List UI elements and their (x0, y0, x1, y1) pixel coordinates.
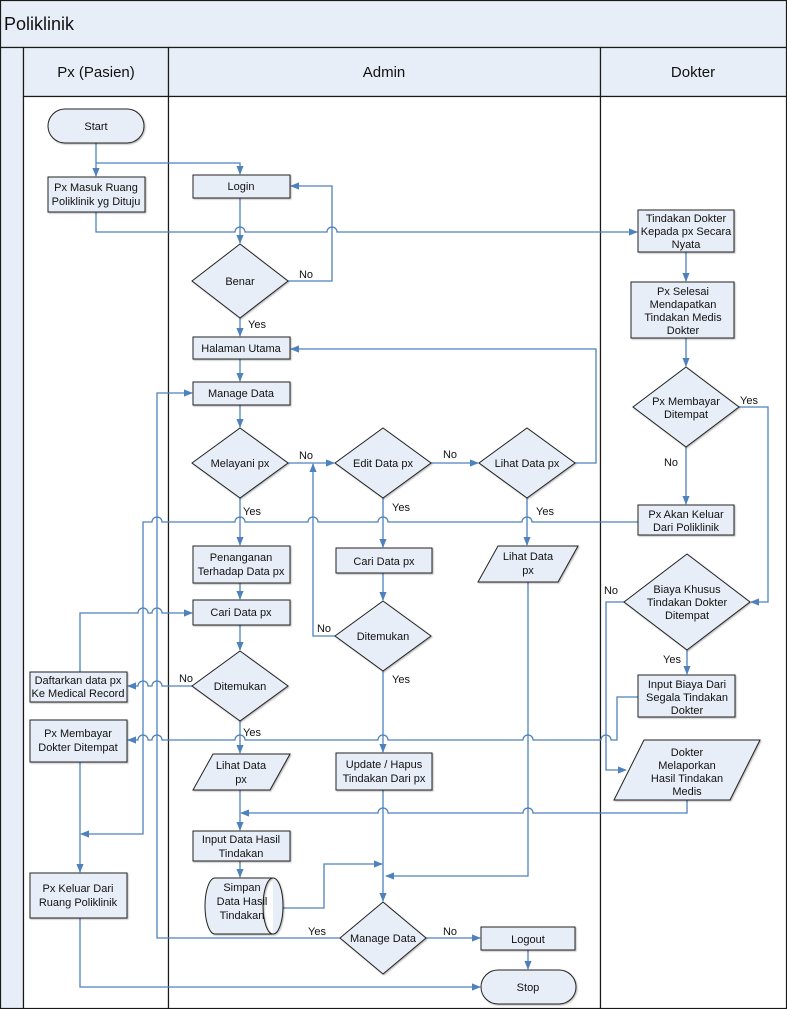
px-masuk-label-1: Px Masuk Ruang (54, 182, 138, 194)
lane-title-admin: Admin (363, 64, 406, 81)
simpan-data-label-3: Tindakan (220, 910, 265, 922)
px-selesai-label-3: Tindakan Medis (644, 312, 722, 324)
lane-title-px: Px (Pasien) (57, 64, 135, 81)
simpan-data-label-2: Data Hasil (217, 896, 268, 908)
dokter-melaporkan-label-1: Dokter (671, 747, 704, 759)
daftarkan-label-1: Daftarkan data px (35, 675, 122, 687)
pool-title: Poliklinik (4, 14, 75, 34)
biaya-khusus-label-3: Ditempat (665, 610, 709, 622)
biaya-no-label: No (604, 585, 618, 597)
ditemukan-mid-label: Ditemukan (357, 631, 410, 643)
lihat-yes-label: Yes (536, 506, 554, 518)
edit-data-px-label: Edit Data px (353, 458, 413, 470)
tindakan-dokter-label-3: Nyata (672, 239, 702, 251)
swimlane-flowchart: Poliklinik Px (Pasien) Admin Dokter Star… (0, 0, 787, 1009)
px-membayar-ditempat-label-2: Ditempat (664, 409, 708, 421)
update-hapus-label-1: Update / Hapus (346, 759, 423, 771)
px-masuk-label-2: Poliklinik yg Dituju (52, 196, 141, 208)
benar-yes-label: Yes (248, 319, 266, 331)
benar-no-label: No (299, 269, 313, 281)
pool-left-strip (0, 46, 25, 1009)
px-keluar-label-1: Px Keluar Dari (43, 883, 114, 895)
input-biaya-label-1: Input Biaya Dari (648, 679, 726, 691)
update-hapus-label-2: Tindakan Dari px (343, 773, 426, 785)
manage-no-label: No (443, 926, 457, 938)
login-label: Login (228, 181, 255, 193)
px-membayar-ditempat-label-1: Px Membayar (652, 396, 720, 408)
px-selesai-label-1: Px Selesai (657, 286, 709, 298)
px-akan-keluar-label-1: Px Akan Keluar (648, 509, 724, 521)
lihat-data-px-right-label-1: Lihat Data (503, 551, 554, 563)
manage-yes-label: Yes (308, 926, 326, 938)
dokter-melaporkan-label-4: Medis (672, 786, 702, 798)
lihat-data-px-left-label-2: px (235, 774, 247, 786)
melayani-yes-label: Yes (243, 506, 261, 518)
ditemukan-left-yes-label: Yes (243, 727, 261, 739)
penanganan-label-2: Terhadap Data px (198, 566, 285, 578)
tindakan-dokter-label-2: Kepada px Secara (641, 226, 732, 238)
px-keluar-process[interactable] (29, 872, 128, 919)
biaya-khusus-label-2: Tindakan Dokter (647, 597, 728, 609)
lane-px (22, 95, 170, 1009)
input-biaya-label-2: Segala Tindakan (646, 692, 728, 704)
benar-label: Benar (225, 276, 255, 288)
simpan-data-label-1: Simpan (223, 882, 260, 894)
lihat-data-px-left-label-1: Lihat Data (216, 760, 267, 772)
lihat-data-px-right-label-2: px (522, 565, 534, 577)
px-membayar-dokter-process[interactable] (29, 719, 128, 763)
ditemukan-mid-yes-label: Yes (392, 674, 410, 686)
input-data-hasil-label-2: Tindakan (219, 848, 264, 860)
melayani-no-label: No (299, 450, 313, 462)
tindakan-dokter-label-1: Tindakan Dokter (646, 213, 727, 225)
stop-label: Stop (517, 982, 540, 994)
ditemukan-mid-no-label: No (317, 623, 331, 635)
manage-data-decision-label: Manage Data (350, 933, 417, 945)
px-membayar-dokter-label-1: Px Membayar (44, 728, 112, 740)
penanganan-label-1: Penanganan (210, 552, 272, 564)
start-label: Start (84, 121, 107, 133)
lihat-data-px-decision-label: Lihat Data px (495, 458, 560, 470)
logout-label: Logout (511, 934, 545, 946)
ditemukan-left-label: Ditemukan (214, 681, 267, 693)
manage-data-box-label: Manage Data (208, 388, 275, 400)
edit-no-label: No (443, 449, 457, 461)
cari-data-px-left-label: Cari Data px (210, 607, 272, 619)
edit-yes-label: Yes (392, 502, 410, 514)
px-akan-keluar-label-2: Dari Poliklinik (653, 522, 720, 534)
px-keluar-label-2: Ruang Poliklinik (39, 897, 118, 909)
pool-title-band (0, 0, 787, 49)
biaya-khusus-label-1: Biaya Khusus (653, 584, 721, 596)
halaman-utama-label: Halaman Utama (201, 343, 281, 355)
input-data-hasil-label-1: Input Data Hasil (202, 834, 280, 846)
daftarkan-label-2: Ke Medical Record (32, 688, 125, 700)
input-biaya-label-3: Dokter (671, 705, 704, 717)
ditemukan-left-no-label: No (179, 673, 193, 685)
px-membayar-dokter-label-2: Dokter Ditempat (38, 742, 117, 754)
px-selesai-label-4: Dokter (667, 325, 700, 337)
px-membayar-yes-label: Yes (740, 395, 758, 407)
dokter-melaporkan-label-3: Hasil Tindakan (651, 773, 723, 785)
lane-title-dokter: Dokter (671, 64, 715, 81)
px-membayar-no-label: No (664, 457, 678, 469)
px-selesai-label-2: Mendapatkan (650, 299, 717, 311)
melayani-px-label: Melayani px (211, 458, 270, 470)
biaya-yes-label: Yes (663, 654, 681, 666)
cari-data-px-mid-label: Cari Data px (353, 556, 415, 568)
dokter-melaporkan-label-2: Melaporkan (658, 760, 715, 772)
